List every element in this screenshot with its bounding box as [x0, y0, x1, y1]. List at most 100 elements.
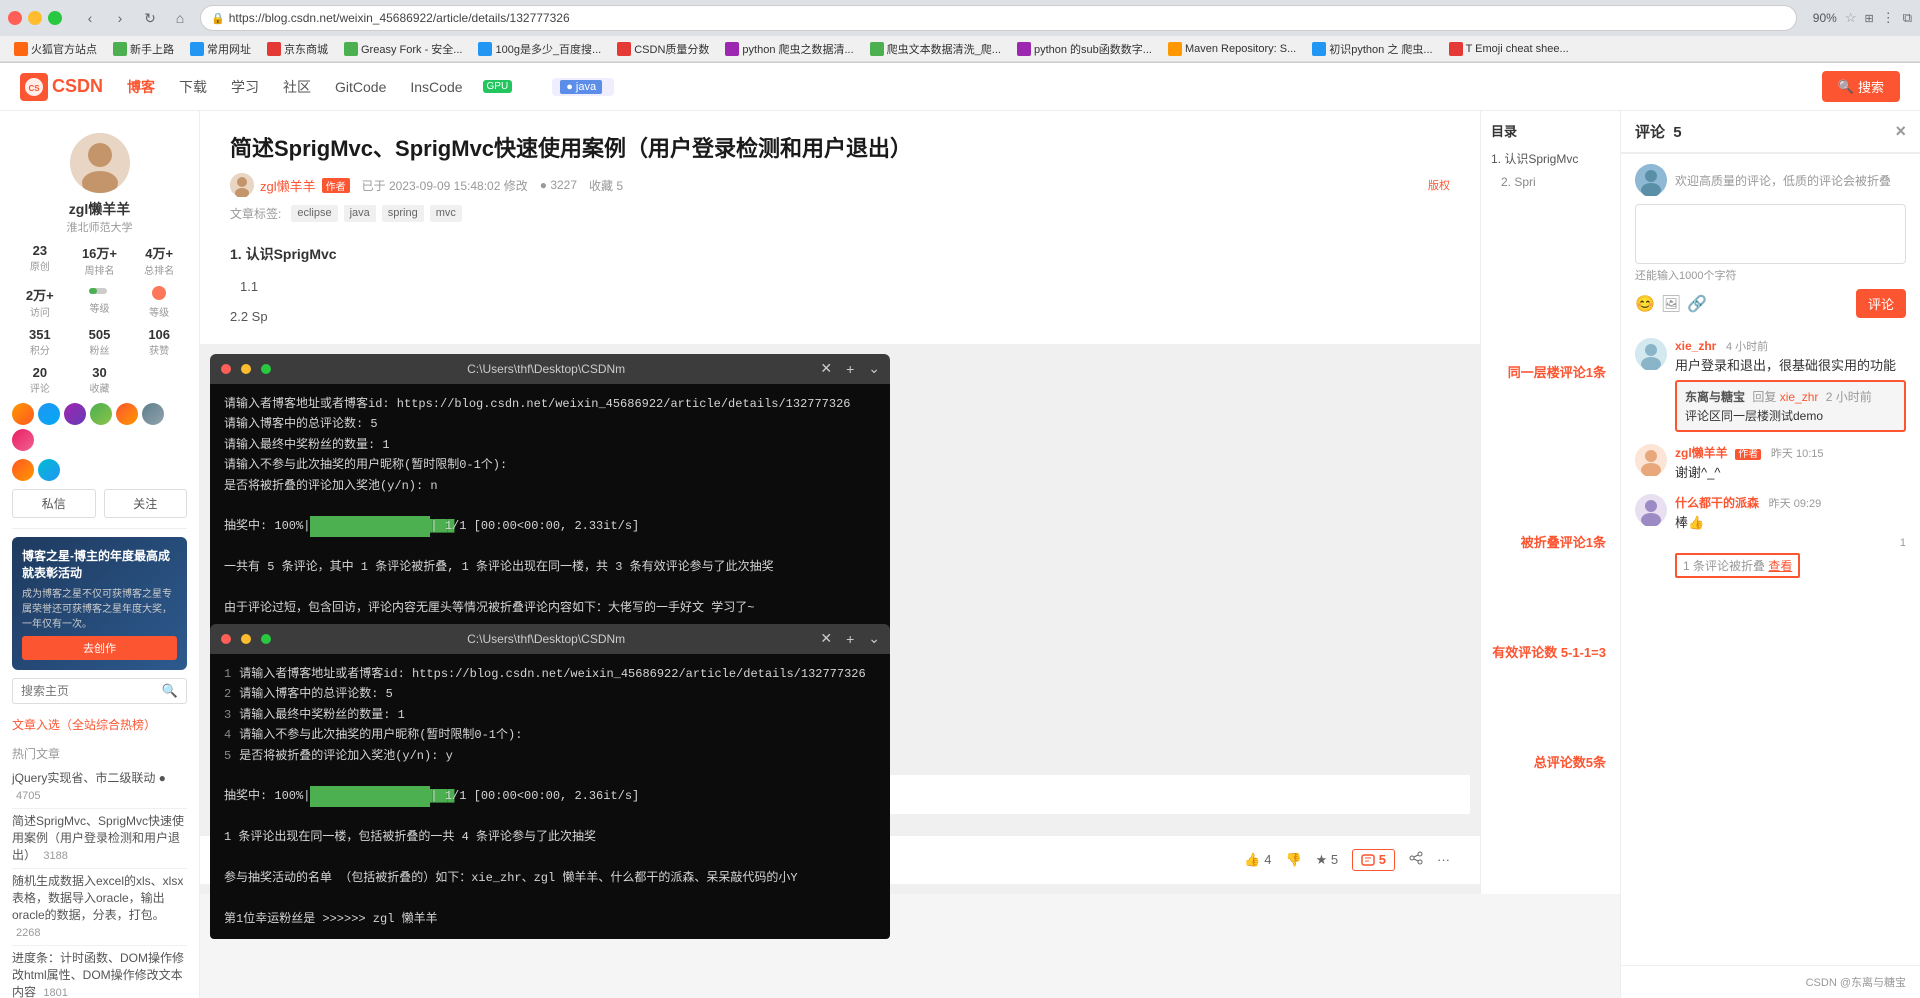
terminal-2-plus[interactable]: + — [846, 631, 854, 647]
nav-blog[interactable]: 博客 — [123, 73, 159, 101]
bookmark-csdn-quality[interactable]: CSDN质量分数 — [611, 39, 715, 59]
user-stats3: 351 积分 505 粉丝 106 获赞 — [12, 327, 187, 357]
bookmark-crawler-text[interactable]: 爬虫文本数据清洗_爬... — [864, 39, 1007, 59]
extensions-icon[interactable]: ⊞ — [1864, 12, 1873, 25]
sidebar-search-box: 🔍 — [12, 678, 187, 704]
bookmark-jd[interactable]: 京东商城 — [261, 39, 334, 59]
bookmark-greasyfork[interactable]: Greasy Fork - 安全... — [338, 39, 468, 59]
badge-7 — [12, 429, 34, 451]
csdn-logo-icon: CS — [20, 73, 48, 101]
user-stats2: 2万+ 访问 等级 — [12, 285, 187, 319]
comment-toolbar: 😊 🖼 🔗 评论 — [1635, 289, 1906, 318]
maximize-window-btn[interactable] — [48, 11, 62, 25]
bookmark-100g[interactable]: 100g是多少_百度搜... — [472, 39, 607, 59]
close-window-btn[interactable] — [8, 11, 22, 25]
more-btn[interactable]: ··· — [1437, 852, 1450, 867]
link-icon[interactable]: 🔗 — [1687, 294, 1707, 314]
bookmark-huohu[interactable]: 火狐官方站点 — [8, 39, 103, 59]
bookmarks-bar: 火狐官方站点 新手上路 常用网址 京东商城 Greasy Fork - 安全..… — [0, 36, 1920, 62]
hot-article-4[interactable]: 进度条：计时函数、DOM操作修改html属性、DOM操作修改文本内容 1801 — [12, 946, 187, 998]
bookmark-common[interactable]: 常用网址 — [184, 39, 257, 59]
hot-article-3[interactable]: 随机生成数据入excel的xls、xlsx表格，数据导入oracle，输出ora… — [12, 869, 187, 946]
promo-create-btn[interactable]: 去创作 — [22, 636, 177, 660]
bookmark-python-spider[interactable]: python 爬虫之数据清... — [719, 39, 859, 59]
toc-sidebar: 目录 1. 认识SprigMvc 2. Spri — [1480, 111, 1620, 894]
star-btn[interactable]: ★ 5 — [1316, 852, 1339, 868]
follow-btn[interactable]: 关注 — [104, 489, 188, 518]
badge-4 — [90, 403, 112, 425]
section-1-title: 认识SprigMvc — [246, 246, 337, 262]
t2-blank4 — [224, 888, 876, 908]
hot-articles-title: 热门文章 — [12, 745, 187, 762]
author-name-text[interactable]: zgl懒羊羊 — [260, 176, 316, 195]
like-btn[interactable]: 👍 4 — [1244, 852, 1271, 868]
toc-item-2[interactable]: 2. Spri — [1491, 171, 1610, 194]
stat-score: 351 积分 — [12, 327, 68, 357]
search-icon: 🔍 — [1838, 79, 1854, 95]
terminal-1-close[interactable]: ✕ — [820, 360, 832, 377]
reload-btn[interactable]: ↻ — [138, 6, 162, 30]
toc-item-1[interactable]: 1. 认识SprigMvc — [1491, 148, 1610, 171]
back-btn[interactable]: ‹ — [78, 6, 102, 30]
stat-week-rank: 16万+ 周排名 — [72, 243, 128, 277]
nav-community[interactable]: 社区 — [279, 73, 315, 101]
sidebar-search-icon[interactable]: 🔍 — [162, 683, 178, 699]
bookmark-emoji[interactable]: T Emoji cheat shee... — [1443, 40, 1575, 58]
stat-visits: 2万+ 访问 — [12, 285, 68, 319]
bookmark-newuser[interactable]: 新手上路 — [107, 39, 180, 59]
bookmark-icon[interactable]: ☆ — [1845, 10, 1857, 26]
badge-3 — [64, 403, 86, 425]
sidebar-search-input[interactable] — [21, 684, 162, 698]
menu-icon[interactable]: ⋮ — [1882, 10, 1895, 26]
home-btn[interactable]: ⌂ — [168, 6, 192, 30]
collection-section[interactable]: 文章入选（全站综合热榜） — [12, 712, 187, 737]
rights-btn[interactable]: 版权 — [1428, 177, 1450, 193]
hot-article-2[interactable]: 简述SprigMvc、SprigMvc快速使用案例（用户登录检测和用户退出） 3… — [12, 809, 187, 869]
emoji-icon[interactable]: 😊 — [1635, 294, 1655, 314]
panel-bottom-tip: CSDN @东离与糖宝 — [1621, 965, 1920, 998]
dislike-btn[interactable]: 👎 — [1285, 852, 1301, 868]
address-bar[interactable]: 🔒 https://blog.csdn.net/weixin_45686922/… — [200, 5, 1797, 31]
comment-like-count[interactable]: 1 — [1900, 537, 1906, 549]
minimize-window-btn[interactable] — [28, 11, 42, 25]
article-header: 简述SprigMvc、SprigMvc快速使用案例（用户登录检测和用户退出） z… — [200, 111, 1480, 232]
hot-article-1[interactable]: jQuery实现省、市二级联动 ● 4705 — [12, 766, 187, 809]
tag-spring[interactable]: spring — [382, 205, 424, 222]
search-button[interactable]: 🔍 搜索 — [1822, 71, 1900, 102]
comment-avatar-3 — [1635, 494, 1667, 526]
private-msg-btn[interactable]: 私信 — [12, 489, 96, 518]
terminal-1-plus[interactable]: + — [846, 361, 854, 377]
comment-count-btn[interactable]: 5 — [1352, 849, 1395, 871]
t2-numbered-block: 12345 请输入者博客地址或者博客id: https://blog.csdn.… — [224, 664, 876, 766]
csdn-logo[interactable]: CS CSDN — [20, 73, 103, 101]
csdn-nav: 博客 下载 学习 社区 GitCode InsCode GPU — [123, 73, 512, 101]
user-stats4: 20 评论 30 收藏 — [12, 365, 187, 395]
nav-download[interactable]: 下载 — [175, 73, 211, 101]
comment-name-1: xie_zhr 4 小时前 — [1675, 338, 1906, 354]
t2-result1: 1 条评论出现在同一楼，包括被折叠的一共 4 条评论参与了此次抽奖 — [224, 827, 876, 847]
bookmark-python-crawler2[interactable]: 初识python 之 爬虫... — [1306, 39, 1438, 59]
nav-inscode[interactable]: InsCode — [406, 75, 466, 99]
share-btn[interactable] — [1409, 851, 1423, 868]
window-controls — [8, 11, 62, 25]
tag-eclipse[interactable]: eclipse — [291, 205, 337, 222]
nav-learn[interactable]: 学习 — [227, 73, 263, 101]
java-tag-area: ● java — [552, 78, 614, 96]
bookmark-maven[interactable]: Maven Repository: S... — [1162, 40, 1302, 58]
article-title: 简述SprigMvc、SprigMvc快速使用案例（用户登录检测和用户退出） — [230, 131, 1450, 163]
submit-comment-btn[interactable]: 评论 — [1856, 289, 1906, 318]
forward-btn[interactable]: › — [108, 6, 132, 30]
image-icon[interactable]: 🖼 — [1661, 294, 1681, 314]
bookmark-python-sub[interactable]: python 的sub函数数字... — [1011, 39, 1158, 59]
tag-mvc[interactable]: mvc — [430, 205, 462, 222]
terminal-2-menu[interactable]: ⌄ — [868, 630, 880, 647]
terminal-1-menu[interactable]: ⌄ — [868, 360, 880, 377]
tag-java[interactable]: java — [344, 205, 376, 222]
window-restore-icon[interactable]: ⧉ — [1903, 10, 1912, 26]
t2-content: 请输入者博客地址或者博客id: https://blog.csdn.net/we… — [239, 664, 876, 766]
folded-tip[interactable]: 1 条评论被折叠 查看 — [1675, 553, 1800, 578]
comment-textarea[interactable] — [1635, 204, 1906, 264]
nav-gitcode[interactable]: GitCode — [331, 75, 390, 99]
terminal-2-close[interactable]: ✕ — [820, 630, 832, 647]
comment-close-btn[interactable]: × — [1895, 121, 1906, 142]
